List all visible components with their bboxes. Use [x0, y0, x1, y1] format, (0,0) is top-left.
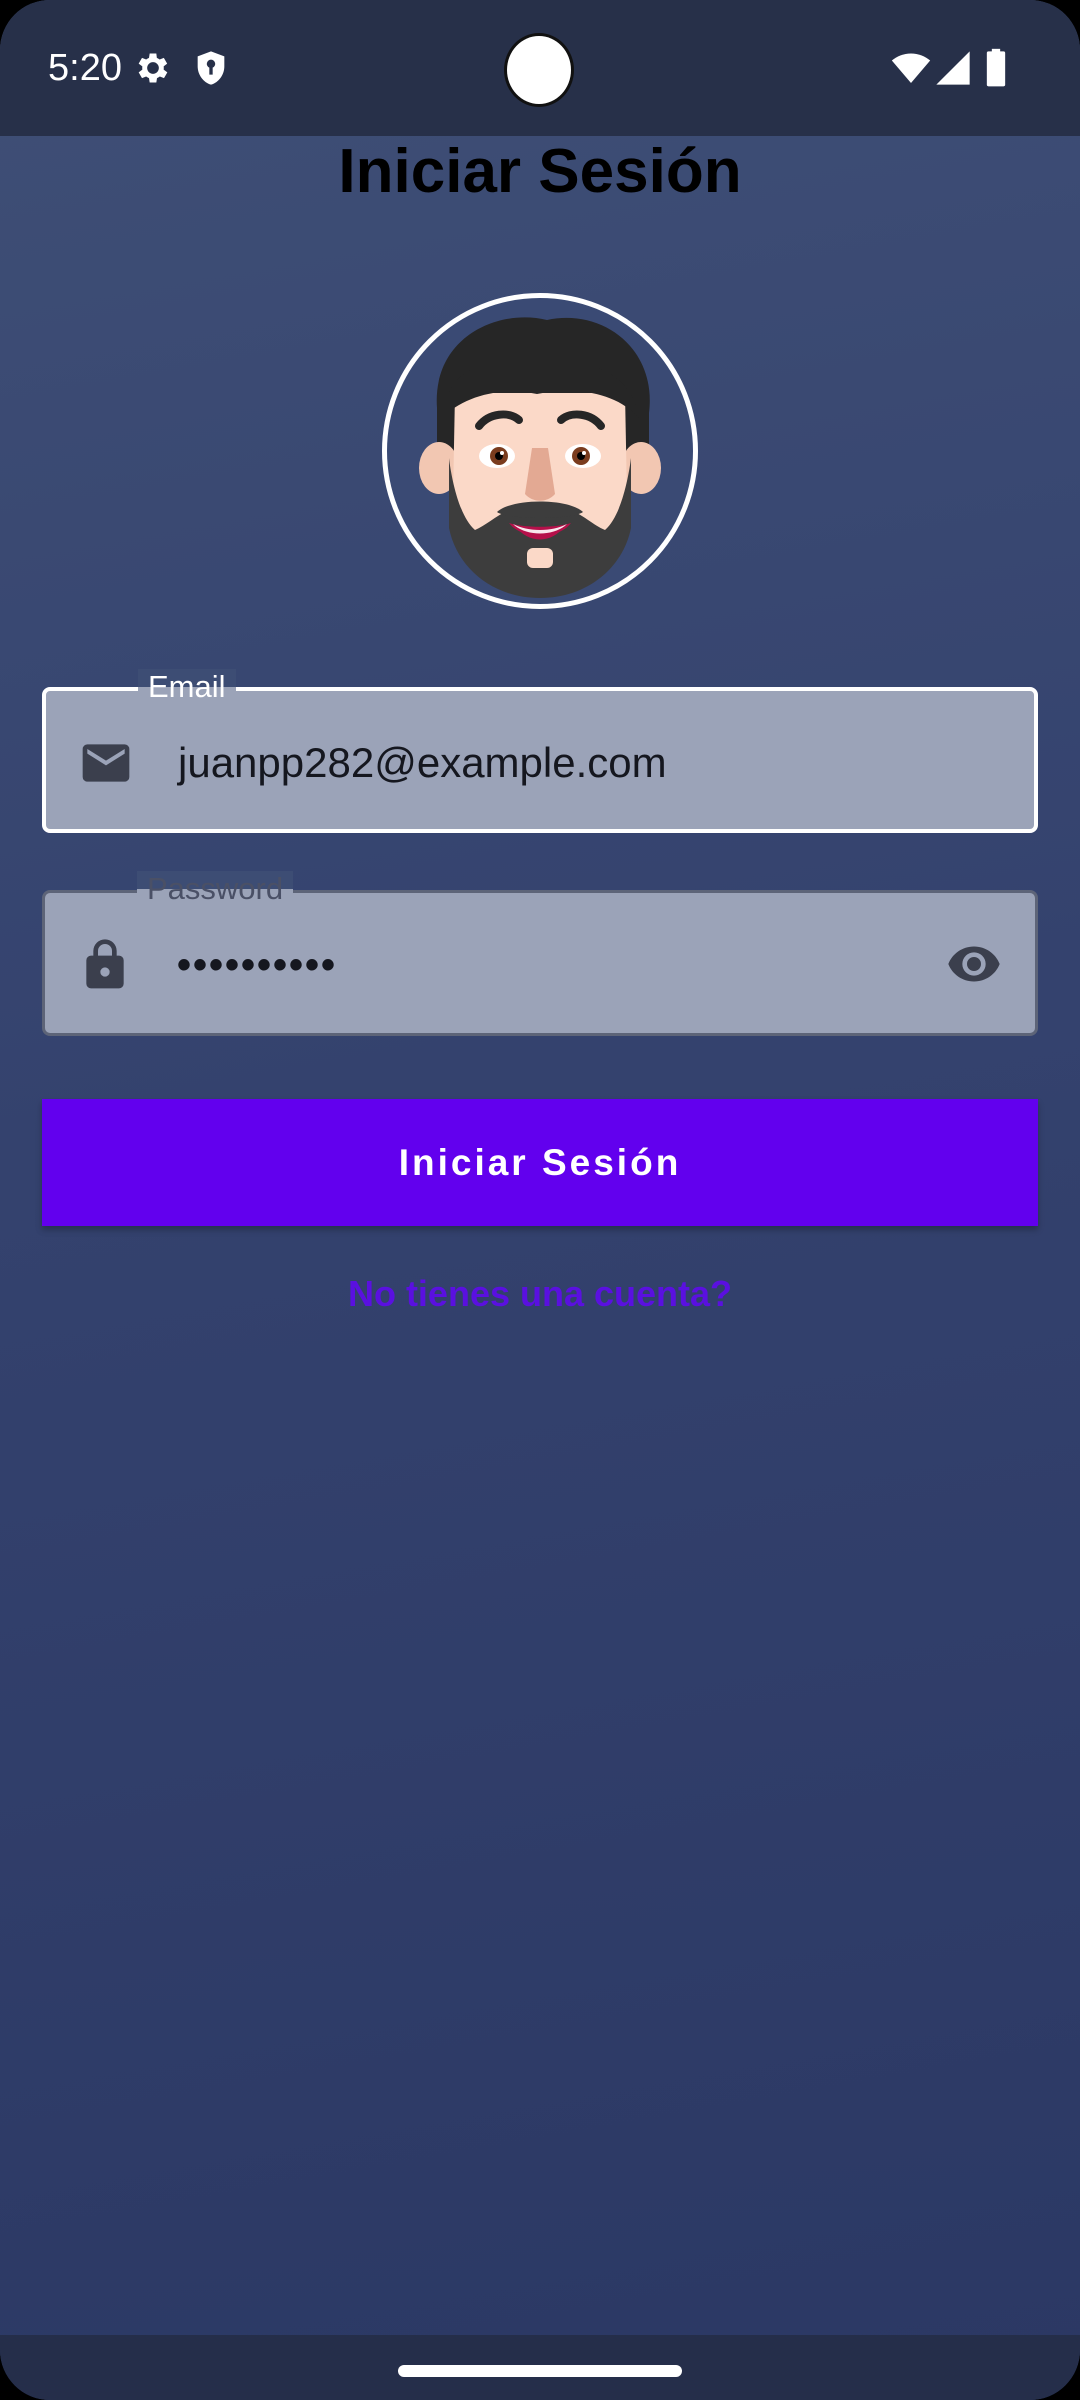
eye-icon[interactable] [943, 936, 1005, 992]
home-gesture-handle[interactable] [398, 2365, 682, 2377]
login-button[interactable]: Iniciar Sesión [42, 1099, 1038, 1226]
email-field[interactable]: Email juanpp282@example.com [42, 669, 1038, 833]
bearded-man-avatar-icon [419, 317, 661, 598]
password-field[interactable]: Password •••••••••• [42, 871, 1038, 1036]
gear-icon [138, 53, 168, 83]
signup-link[interactable]: No tienes una cuenta? [0, 1270, 1080, 1318]
email-value[interactable]: juanpp282@example.com [178, 737, 667, 789]
email-label: Email [138, 669, 236, 705]
password-value[interactable]: •••••••••• [177, 939, 337, 991]
lock-icon [86, 939, 124, 989]
status-time: 5:20 [48, 47, 122, 89]
status-bar: 5:20 [0, 0, 1080, 136]
wifi-icon [891, 53, 931, 83]
login-screen: 5:20 Iniciar Sesión Email juanpp282@exam… [0, 0, 1080, 2400]
password-label: Password [137, 871, 294, 907]
signal-icon [936, 51, 970, 85]
page-title: Iniciar Sesión [338, 137, 742, 206]
front-camera [507, 36, 571, 104]
avatar [382, 293, 698, 609]
shield-icon [197, 51, 225, 85]
battery-icon [986, 48, 1006, 87]
email-icon [82, 744, 130, 782]
